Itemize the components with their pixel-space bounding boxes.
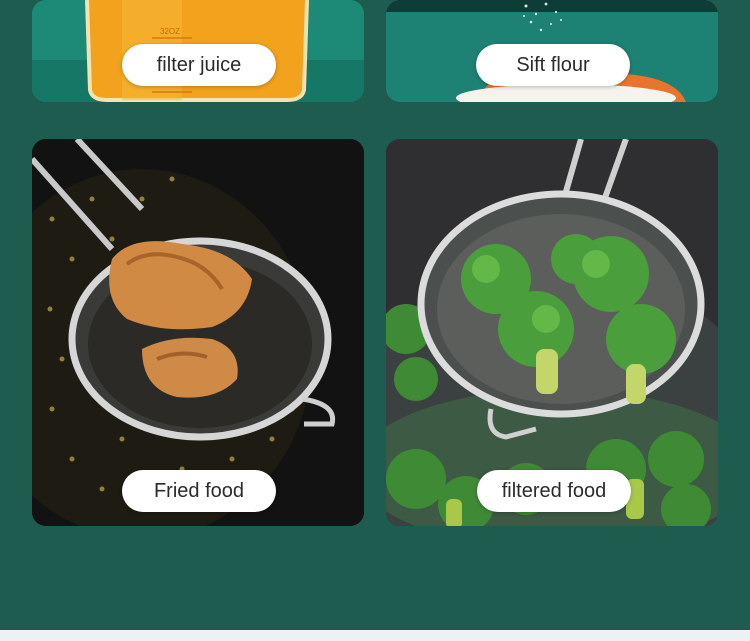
juice-photo-tile: 32OZ filter juice	[32, 0, 364, 102]
sift-flour-label: Sift flour	[476, 44, 630, 86]
flour-photo-tile: Sift flour	[386, 0, 718, 102]
cup-measure-mark: 32OZ	[160, 27, 180, 36]
filtered-food-label: filtered food	[477, 470, 631, 512]
fried-food-label: Fried food	[122, 470, 276, 512]
filtered-food-photo-tile: filtered food	[386, 139, 718, 526]
fried-food-strainer-image	[32, 139, 364, 526]
filter-juice-label: filter juice	[122, 44, 276, 86]
broccoli-strainer-image	[386, 139, 718, 526]
fried-food-photo-tile: Fried food	[32, 139, 364, 526]
bottom-strip	[0, 630, 750, 641]
